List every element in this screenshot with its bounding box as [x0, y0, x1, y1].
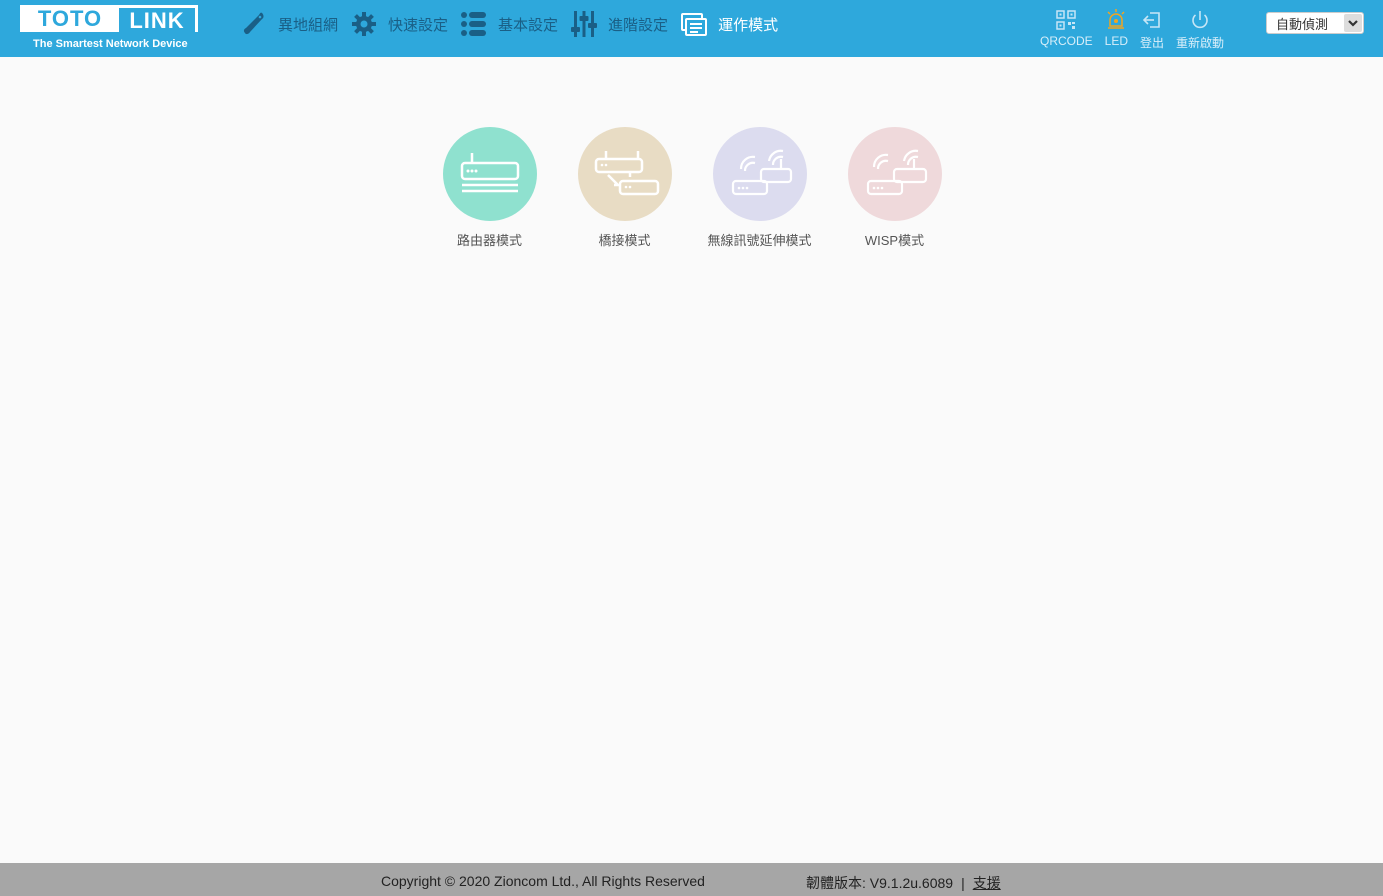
mode-label: 無線訊號延伸模式 — [707, 233, 812, 248]
logo-tagline: The Smartest Network Device — [33, 38, 188, 50]
mode-wisp[interactable]: WISP模式 — [827, 127, 962, 249]
nav-label: 進階設定 — [608, 16, 669, 34]
nav-label: 基本設定 — [498, 16, 559, 34]
page-footer: Copyright © 2020 Zioncom Ltd., All Right… — [0, 863, 1383, 896]
led-icon — [1107, 9, 1125, 29]
logout-icon — [1142, 12, 1160, 28]
main-nav: 異地組網 快速設定 基本設定 進階設定 運作模式 — [240, 8, 790, 40]
tool-label: LED — [1104, 34, 1129, 48]
nav-label: 異地組網 — [278, 16, 339, 34]
nav-item-mesh[interactable]: 異地組網 — [240, 10, 338, 38]
copyright-text: Copyright © 2020 Zioncom Ltd., All Right… — [381, 873, 705, 889]
mode-router[interactable]: 路由器模式 — [422, 127, 557, 249]
mode-repeater[interactable]: 無線訊號延伸模式 — [692, 127, 827, 249]
nav-label: 快速設定 — [388, 16, 449, 34]
mode-label: 橋接模式 — [598, 233, 651, 248]
language-select[interactable]: 自動偵測 — [1266, 12, 1364, 34]
repeater-icon — [731, 149, 792, 196]
wrench-icon — [243, 12, 264, 35]
bridge-icon — [594, 151, 659, 196]
language-selected: 自動偵測 — [1276, 16, 1329, 32]
gear-icon — [352, 12, 377, 36]
mode-repeater-circle — [712, 127, 807, 221]
mode-bridge-circle — [577, 127, 672, 221]
operation-mode-list: 路由器模式 橋接模式 無線訊號延伸模式 WISP模式 — [422, 127, 962, 249]
tool-label: 重新啟動 — [1176, 36, 1225, 50]
router-icon — [460, 153, 519, 193]
reboot-button[interactable]: 重新啟動 — [1176, 9, 1224, 53]
led-button[interactable]: LED — [1105, 9, 1128, 53]
nav-item-quick-setup[interactable]: 快速設定 — [350, 10, 448, 38]
mode-label: 路由器模式 — [456, 233, 522, 248]
totolink-logo[interactable]: TOTO LINK The Smartest Network Device — [20, 5, 200, 53]
logout-button[interactable]: 登出 — [1140, 9, 1164, 53]
support-link[interactable]: 支援 — [973, 875, 1001, 891]
sliders-icon — [571, 11, 598, 37]
tool-label: 登出 — [1140, 36, 1165, 50]
nav-label: 運作模式 — [718, 16, 779, 34]
nav-item-operation-mode[interactable]: 運作模式 — [680, 10, 778, 38]
tool-label: QRCODE — [1040, 34, 1093, 48]
qrcode-icon — [1056, 10, 1077, 30]
firmware-version: 韌體版本: V9.1.2u.6089 — [806, 875, 954, 891]
header-tools: QRCODE LED 登出 重新啟動 — [1040, 9, 1236, 53]
qrcode-button[interactable]: QRCODE — [1040, 9, 1093, 53]
logo-box: TOTO LINK — [20, 5, 198, 33]
mode-bridge[interactable]: 橋接模式 — [557, 127, 692, 249]
chevron-down-icon — [1344, 14, 1362, 32]
power-icon — [1192, 11, 1208, 29]
logo-text-link: LINK — [119, 8, 195, 33]
firmware-info: 韌體版本: V9.1.2u.6089 | 支援 — [806, 873, 1001, 893]
wisp-icon — [866, 149, 927, 196]
nav-item-advanced-setup[interactable]: 進階設定 — [570, 10, 668, 38]
mode-wisp-circle — [847, 127, 942, 221]
list-icon — [461, 12, 487, 36]
mode-label: WISP模式 — [864, 233, 925, 248]
nav-item-basic-setup[interactable]: 基本設定 — [460, 10, 558, 38]
footer-separator: | — [961, 875, 965, 891]
mode-router-circle — [442, 127, 537, 221]
mode-icon — [681, 13, 708, 36]
logo-text-toto: TOTO — [37, 5, 103, 31]
top-header: TOTO LINK The Smartest Network Device 異地… — [0, 0, 1383, 57]
